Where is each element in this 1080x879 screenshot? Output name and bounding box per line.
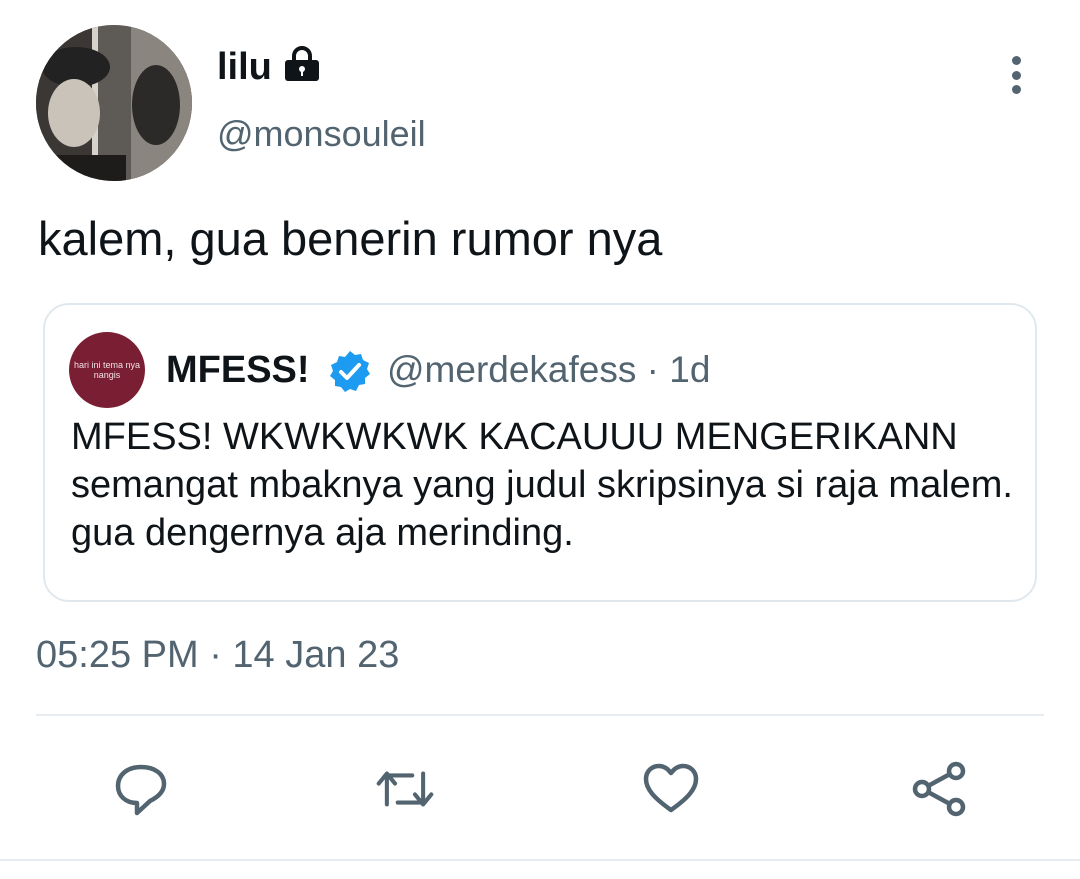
reply-icon	[115, 764, 167, 816]
quoted-handle-and-time: @merdekafess · 1d	[387, 349, 711, 390]
divider	[36, 714, 1044, 716]
quoted-avatar-text: hari ini tema nya nangis	[73, 360, 141, 380]
quoted-author-avatar[interactable]: hari ini tema nya nangis	[69, 332, 145, 408]
verified-badge-icon	[328, 349, 372, 393]
author-display-name-row[interactable]: lilu	[217, 44, 322, 90]
author-avatar[interactable]	[36, 25, 192, 181]
more-vertical-icon-dot	[1011, 85, 1021, 94]
share-icon	[912, 761, 966, 817]
author-handle[interactable]: @monsouleil	[217, 112, 426, 156]
quoted-tweet-text: MFESS! WKWKWKWK KACAUUU MENGERIKANN sema…	[71, 416, 1013, 554]
author-display-name: lilu	[217, 46, 272, 88]
retweet-icon	[376, 771, 434, 807]
heart-icon	[643, 763, 699, 813]
quoted-tweet-card[interactable]: hari ini tema nya nangis MFESS! @merdeka…	[43, 303, 1037, 602]
lock-icon	[282, 46, 322, 82]
tweet-timestamp[interactable]: 05:25 PM · 14 Jan 23	[36, 631, 399, 679]
reply-button[interactable]	[112, 760, 170, 818]
quoted-display-name[interactable]: MFESS!	[166, 345, 310, 395]
retweet-button[interactable]	[376, 760, 434, 818]
tweet-text: kalem, gua benerin rumor nya	[38, 212, 663, 265]
bottom-divider	[0, 859, 1080, 861]
like-button[interactable]	[642, 760, 700, 818]
share-button[interactable]	[910, 760, 968, 818]
more-options-button[interactable]	[998, 50, 1034, 100]
more-vertical-icon	[1011, 56, 1021, 65]
more-vertical-icon-dot	[1011, 70, 1021, 80]
